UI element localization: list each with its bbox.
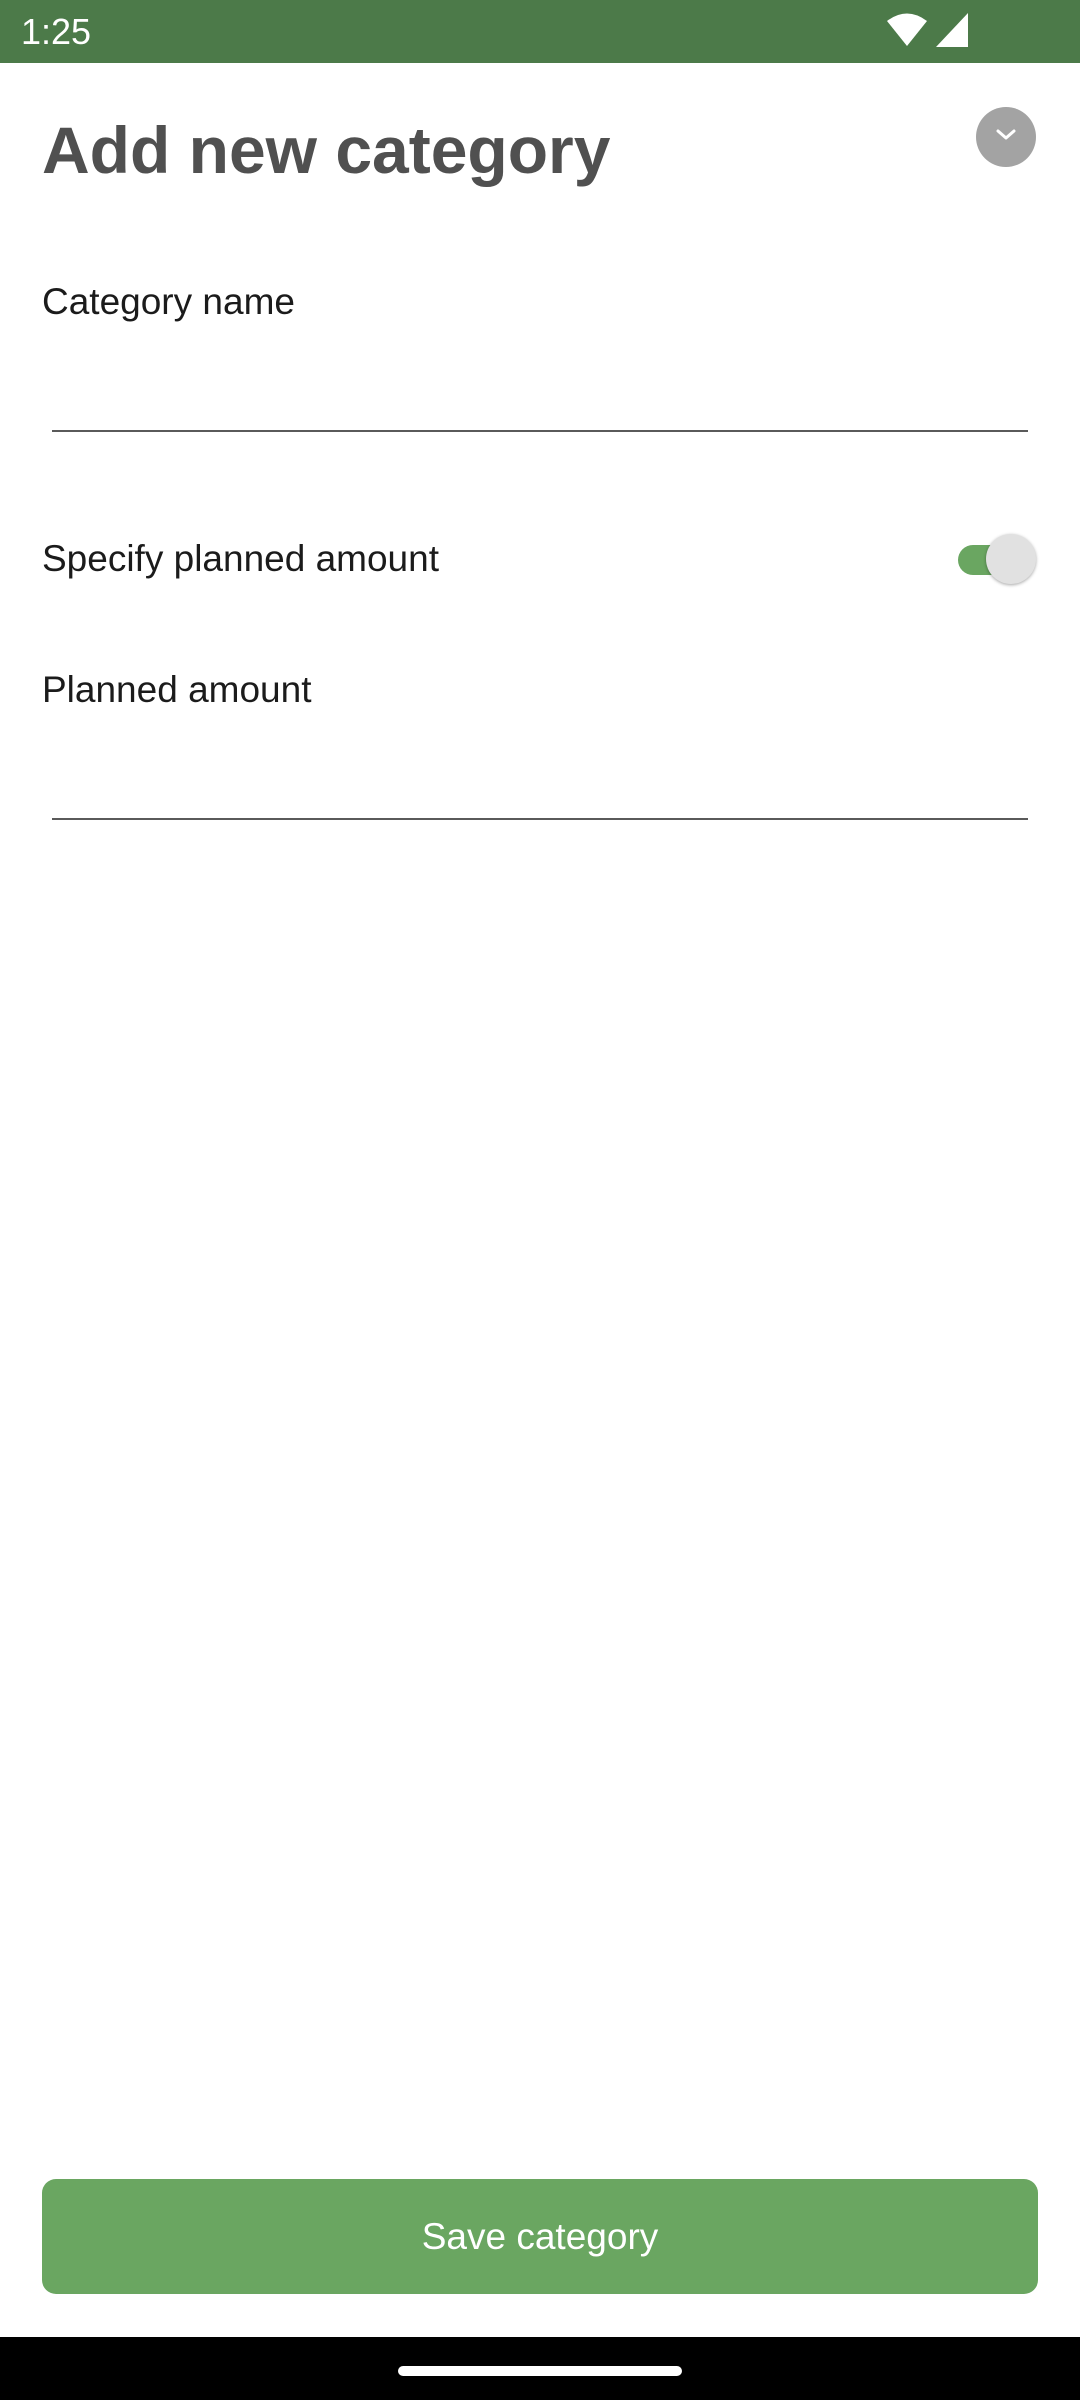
category-name-label: Category name <box>42 281 295 322</box>
planned-amount-label: Planned amount <box>42 669 312 710</box>
home-indicator[interactable] <box>398 2366 682 2376</box>
chevron-down-icon <box>995 128 1017 147</box>
specify-planned-amount-toggle[interactable] <box>954 532 1038 586</box>
specify-planned-amount-row: Specify planned amount <box>42 530 1038 588</box>
toggle-thumb <box>986 534 1036 584</box>
specify-planned-amount-label: Specify planned amount <box>42 538 439 579</box>
system-nav-bar <box>0 2337 1080 2400</box>
save-category-button[interactable]: Save category <box>42 2179 1038 2294</box>
wifi-icon <box>886 12 928 48</box>
status-icons <box>886 12 968 48</box>
status-bar: 1:25 <box>0 0 1080 63</box>
collapse-button[interactable] <box>976 107 1036 167</box>
page-title: Add new category <box>42 113 611 187</box>
status-time: 1:25 <box>21 11 92 52</box>
planned-amount-input[interactable] <box>52 760 1028 820</box>
category-name-input[interactable] <box>52 372 1028 432</box>
cell-signal-icon <box>936 13 968 47</box>
